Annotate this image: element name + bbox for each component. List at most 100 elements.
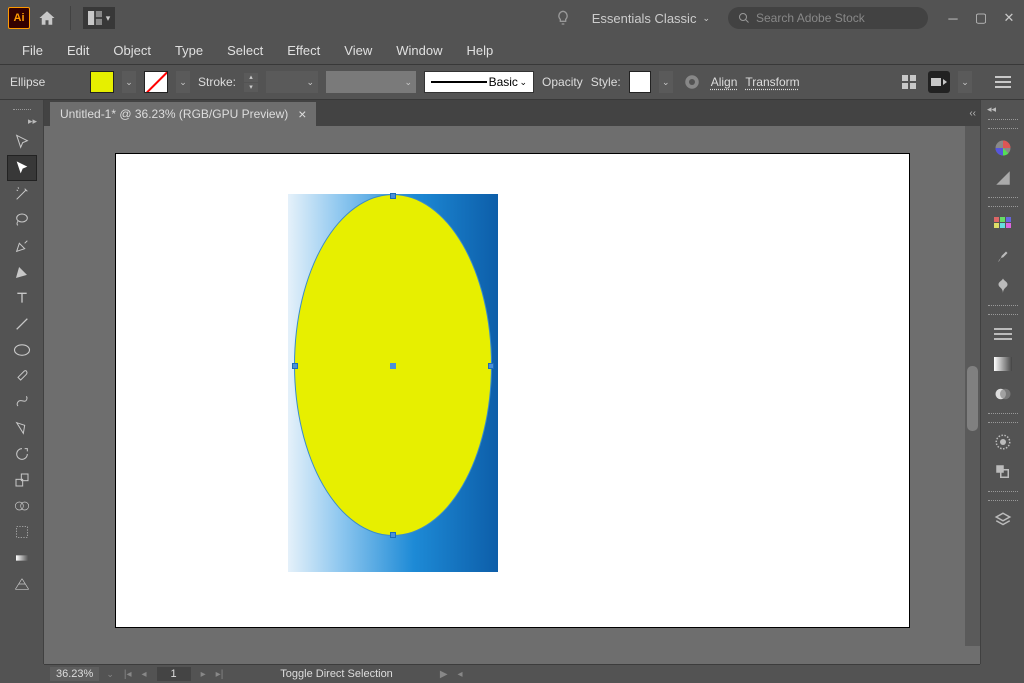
canvas-viewport[interactable] [44,126,980,664]
line-segment-tool[interactable] [7,311,37,337]
menu-effect[interactable]: Effect [275,39,332,62]
workspace-switcher[interactable]: Essentials Classic ⌄ [580,11,722,26]
gradient-panel-icon[interactable] [988,351,1018,377]
status-back-icon[interactable]: ◂ [455,669,466,680]
curvature-tool[interactable] [7,259,37,285]
artboard-number[interactable]: 1 [157,667,191,681]
first-artboard-button[interactable]: |◂ [121,669,135,680]
ellipse-tool[interactable] [7,337,37,363]
document-area: Untitled-1* @ 36.23% (RGB/GPU Preview) ×… [44,100,980,664]
graphic-styles-panel-icon[interactable] [988,459,1018,485]
layers-panel-icon[interactable] [988,507,1018,533]
anchor-point-bottom[interactable] [390,532,396,538]
menu-edit[interactable]: Edit [55,39,101,62]
stroke-profile-dropdown[interactable]: ⌄ [326,71,416,93]
brush-stroke-icon [431,81,487,83]
document-tabs: Untitled-1* @ 36.23% (RGB/GPU Preview) ×… [44,100,980,126]
color-guide-panel-icon[interactable] [988,165,1018,191]
maximize-button[interactable]: ▢ [974,11,988,25]
style-dropdown[interactable]: ⌄ [659,71,673,93]
collapse-panels-icon[interactable]: ◂◂ [987,104,996,115]
status-play-icon[interactable]: ▶ [437,669,451,680]
fill-swatch[interactable] [90,71,114,93]
paintbrush-tool[interactable] [7,363,37,389]
brush-definition-dropdown[interactable]: Basic ⌄ [424,71,534,93]
type-tool[interactable] [7,285,37,311]
symbols-panel-icon[interactable] [988,273,1018,299]
menu-window[interactable]: Window [384,39,454,62]
swatches-panel-icon[interactable] [988,213,1018,239]
home-icon[interactable] [36,7,58,29]
next-artboard-button[interactable]: ▸ [198,669,209,680]
eraser-tool[interactable] [7,415,37,441]
anchor-point-right[interactable] [488,363,494,369]
tab-overflow-icon[interactable]: ‹‹ [969,108,976,119]
gradient-tool[interactable] [7,545,37,571]
direct-selection-tool[interactable] [7,155,37,181]
panel-grip[interactable] [988,413,1018,423]
menu-file[interactable]: File [10,39,55,62]
anchor-point-left[interactable] [292,363,298,369]
close-button[interactable]: ✕ [1002,11,1016,25]
appearance-panel-icon[interactable] [988,429,1018,455]
tools-panel: ▸▸ [0,100,44,664]
transparency-panel-icon[interactable] [988,381,1018,407]
selection-tool[interactable] [7,129,37,155]
center-point[interactable] [390,363,396,369]
stroke-weight-field[interactable]: ⌄ [266,71,318,93]
menu-type[interactable]: Type [163,39,215,62]
document-tab-label: Untitled-1* @ 36.23% (RGB/GPU Preview) [60,107,288,121]
shape-builder-tool[interactable] [7,493,37,519]
search-stock-field[interactable]: Search Adobe Stock [728,7,928,29]
lasso-tool[interactable] [7,207,37,233]
document-tab[interactable]: Untitled-1* @ 36.23% (RGB/GPU Preview) × [50,102,316,126]
recolor-artwork-icon[interactable] [681,71,703,93]
stroke-dropdown[interactable]: ⌄ [176,71,190,93]
transform-link[interactable]: Transform [745,75,799,89]
stroke-label: Stroke: [198,75,236,89]
scrollbar-thumb[interactable] [967,366,978,431]
panel-grip[interactable] [988,197,1018,207]
fill-dropdown[interactable]: ⌄ [122,71,136,93]
menu-object[interactable]: Object [101,39,163,62]
panel-grip[interactable] [7,105,37,113]
panel-menu-icon[interactable] [992,71,1014,93]
menu-help[interactable]: Help [454,39,505,62]
close-tab-icon[interactable]: × [298,106,306,122]
brush-name: Basic [489,75,518,89]
menu-select[interactable]: Select [215,39,275,62]
zoom-dropdown-icon[interactable]: ⌄ [103,669,117,680]
anchor-point-top[interactable] [390,193,396,199]
color-panel-icon[interactable] [988,135,1018,161]
graphic-style-swatch[interactable] [629,71,651,93]
blob-brush-tool[interactable] [7,389,37,415]
learn-icon[interactable] [552,7,574,29]
stroke-swatch[interactable] [144,71,168,93]
magic-wand-tool[interactable] [7,181,37,207]
align-link[interactable]: Align [711,75,738,89]
perspective-grid-tool[interactable] [7,571,37,597]
prev-artboard-button[interactable]: ◂ [138,669,149,680]
rotate-tool[interactable] [7,441,37,467]
panel-grip[interactable] [988,491,1018,501]
brushes-panel-icon[interactable] [988,243,1018,269]
window-controls: ─ ▢ ✕ [946,11,1016,25]
minimize-button[interactable]: ─ [946,11,960,25]
edit-dropdown[interactable]: ⌄ [958,71,972,93]
panel-grip[interactable] [988,305,1018,315]
scale-tool[interactable] [7,467,37,493]
vertical-scrollbar[interactable] [965,126,980,646]
isolate-object-icon[interactable] [898,71,920,93]
panel-grip[interactable] [988,119,1018,129]
arrange-documents-button[interactable]: ▾ [83,7,115,29]
pen-tool[interactable] [7,233,37,259]
free-transform-tool[interactable] [7,519,37,545]
expand-toolbar-icon[interactable]: ▸▸ [28,116,37,127]
stroke-weight-stepper[interactable]: ▴▾ [244,73,258,92]
menu-view[interactable]: View [332,39,384,62]
zoom-level[interactable]: 36.23% [50,667,99,681]
right-panel-dock: ◂◂ [980,100,1024,664]
stroke-panel-icon[interactable] [988,321,1018,347]
edit-contents-icon[interactable] [928,71,950,93]
last-artboard-button[interactable]: ▸| [213,669,227,680]
